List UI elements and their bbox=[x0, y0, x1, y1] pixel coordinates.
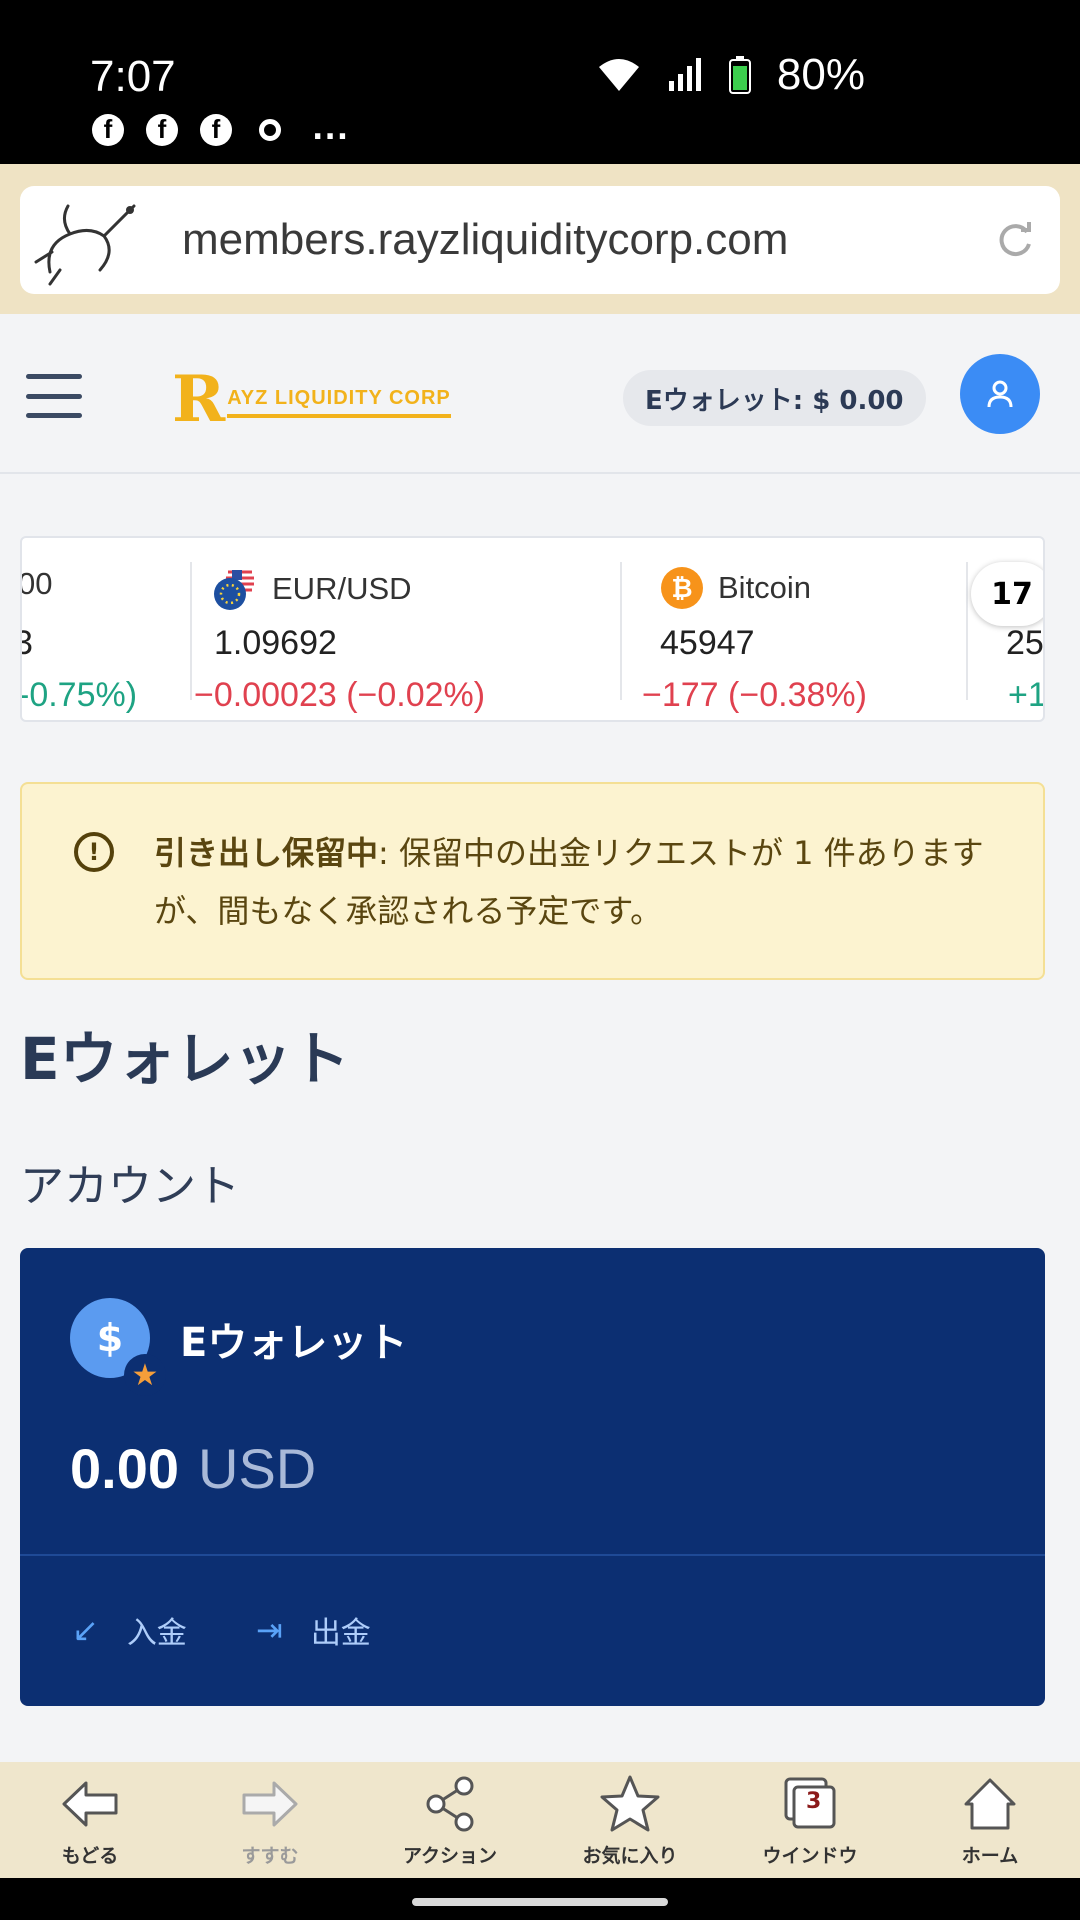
account-currency: USD bbox=[198, 1437, 317, 1500]
window-count: 3 bbox=[806, 1789, 822, 1814]
ticker-name: ₿ Bitcoin bbox=[660, 566, 811, 610]
brand-logo-initial: R bbox=[172, 362, 226, 437]
ticker-name-text: EUR/USD bbox=[272, 571, 412, 606]
price-ticker[interactable]: 00 3 -0.75%) EUR/USD 1.09692 −0.00023 (−… bbox=[20, 536, 1045, 722]
section-title: アカウント bbox=[20, 1161, 240, 1212]
facebook-icon: f bbox=[200, 113, 232, 146]
forward-label: すすむ bbox=[241, 1845, 299, 1867]
ticker-name: EUR/USD bbox=[212, 566, 412, 612]
card-divider bbox=[20, 1554, 1045, 1556]
tradingview-logo-icon[interactable]: 17 bbox=[971, 562, 1043, 626]
user-avatar[interactable] bbox=[960, 354, 1040, 434]
bitcoin-icon: ₿ bbox=[661, 567, 703, 609]
withdraw-label: 出金 bbox=[310, 1616, 371, 1651]
deposit-button[interactable]: ↙ 入金 bbox=[72, 1608, 187, 1652]
deposit-label: 入金 bbox=[126, 1616, 187, 1651]
ticker-price: 1.09692 bbox=[214, 624, 337, 662]
svg-text:₿: ₿ bbox=[671, 574, 692, 604]
menu-icon[interactable] bbox=[26, 374, 82, 418]
ticker-price: 3 bbox=[22, 624, 33, 663]
ticker-name-text: Bitcoin bbox=[718, 570, 812, 605]
back-arrow-icon bbox=[62, 1781, 118, 1827]
favorites-label: お気に入り bbox=[582, 1845, 678, 1867]
windows-button[interactable]: 3 ウインドウ bbox=[720, 1762, 900, 1878]
ticker-change: +17 bbox=[1008, 676, 1045, 714]
browser-url-region: members.rayzliquiditycorp.com bbox=[0, 164, 1080, 314]
star-icon: ★ bbox=[124, 1354, 166, 1396]
ticker-change: -0.75%) bbox=[20, 676, 138, 714]
ticker-divider bbox=[620, 562, 622, 700]
reload-icon[interactable] bbox=[970, 220, 1060, 260]
facebook-icon: f bbox=[146, 113, 178, 146]
url-text[interactable]: members.rayzliquiditycorp.com bbox=[182, 215, 970, 265]
alert-text: 引き出し保留中: 保留中の出金リクエストが 1 件ありますが、間もなく承認される… bbox=[154, 824, 1014, 940]
signal-icon bbox=[668, 58, 701, 91]
eu-us-flag-icon bbox=[214, 568, 254, 610]
wallet-balance-pill[interactable]: Eウォレット: $ 0.00 bbox=[623, 370, 926, 426]
browser-toolbar: もどる すすむ アクション お気に入り 3 ウインドウ ホーム bbox=[0, 1762, 1080, 1878]
brand-logo-text: AYZ LIQUIDITY CORP bbox=[227, 387, 451, 418]
page-title: Eウォレット bbox=[20, 1025, 350, 1093]
withdraw-button[interactable]: ⇥ 出金 bbox=[256, 1608, 371, 1652]
favorites-button[interactable]: お気に入り bbox=[540, 1762, 720, 1878]
system-nav-bar bbox=[0, 1878, 1080, 1920]
arrow-right-bar-icon: ⇥ bbox=[256, 1611, 283, 1649]
action-label: アクション bbox=[402, 1845, 498, 1867]
app-header: R AYZ LIQUIDITY CORP Eウォレット: $ 0.00 bbox=[0, 314, 1080, 474]
ticker-divider bbox=[966, 562, 968, 700]
browser-logo-icon[interactable] bbox=[20, 186, 160, 294]
ticker-price: 25 bbox=[1006, 624, 1044, 662]
alert-title: 引き出し保留中 bbox=[154, 834, 379, 872]
user-icon bbox=[987, 380, 1013, 408]
account-balance: 0.00 bbox=[70, 1437, 179, 1500]
battery-percent: 80% bbox=[776, 50, 865, 99]
battery-icon bbox=[728, 56, 751, 94]
windows-label: ウインドウ bbox=[762, 1845, 858, 1867]
home-button[interactable]: ホーム bbox=[900, 1762, 1080, 1878]
brand-logo[interactable]: R AYZ LIQUIDITY CORP bbox=[172, 362, 451, 432]
wifi-icon bbox=[598, 59, 639, 91]
gesture-handle[interactable] bbox=[412, 1898, 668, 1906]
back-label: もどる bbox=[61, 1845, 119, 1867]
home-label: ホーム bbox=[961, 1845, 1019, 1867]
back-button[interactable]: もどる bbox=[0, 1762, 180, 1878]
status-time: 7:07 bbox=[90, 52, 176, 101]
share-icon bbox=[426, 1776, 474, 1832]
ticker-price: 45947 bbox=[660, 624, 755, 662]
account-name: Eウォレット bbox=[180, 1320, 408, 1366]
ewallet-account-card[interactable]: $ ★ Eウォレット 0.00 USD ↙ 入金 ⇥ 出金 bbox=[20, 1248, 1045, 1706]
notification-overflow: ... bbox=[312, 112, 350, 147]
warning-icon: ! bbox=[74, 832, 114, 872]
home-icon bbox=[964, 1778, 1016, 1830]
ticker-divider bbox=[190, 562, 192, 700]
ticker-change: −0.00023 (−0.02%) bbox=[194, 676, 486, 714]
url-bar[interactable]: members.rayzliquiditycorp.com bbox=[20, 186, 1060, 294]
star-outline-icon bbox=[600, 1775, 660, 1832]
status-bar: 7:07 f f f ... 80% bbox=[0, 0, 1080, 164]
ticker-name: 00 bbox=[20, 566, 53, 601]
ticker-change: −177 (−0.38%) bbox=[642, 676, 867, 714]
arrow-down-left-icon: ↙ bbox=[72, 1611, 99, 1649]
withdrawal-pending-alert: ! 引き出し保留中: 保留中の出金リクエストが 1 件ありますが、間もなく承認さ… bbox=[20, 782, 1045, 980]
app-notification-icon bbox=[254, 114, 286, 146]
action-button[interactable]: アクション bbox=[360, 1762, 540, 1878]
status-indicators: 80% bbox=[597, 50, 865, 100]
facebook-icon: f bbox=[92, 113, 124, 146]
notification-icons: f f f ... bbox=[92, 112, 349, 147]
forward-arrow-icon bbox=[242, 1781, 298, 1827]
forward-button[interactable]: すすむ bbox=[180, 1762, 360, 1878]
